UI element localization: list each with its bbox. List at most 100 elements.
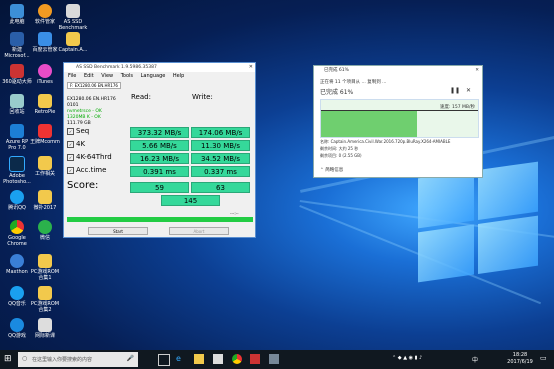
pause-icon[interactable]: ❚❚	[450, 87, 460, 94]
desktop-icon-maxthon[interactable]: Maxthon	[2, 254, 32, 275]
app-icon[interactable]	[269, 354, 279, 364]
desktop-icon-photoshop[interactable]: Adobe Photosho...	[2, 156, 32, 185]
start-windows-icon[interactable]: ⊞	[4, 354, 14, 364]
desktop-icon-captain[interactable]: Captain.A...	[58, 32, 88, 53]
desktop-icon-qq-music[interactable]: QQ音乐	[2, 286, 32, 307]
desktop: 此电脑 软件管家 AS SSD Benchmark 新建 Microsof...…	[0, 0, 554, 350]
desktop-icon-qq-game[interactable]: QQ游戏	[2, 318, 32, 339]
menu-help[interactable]: Help	[173, 73, 184, 79]
desktop-icon-baidu-cloud[interactable]: 百度云管家	[30, 32, 60, 53]
menu-tools[interactable]: Tools	[121, 73, 133, 79]
checkbox[interactable]: ✓	[67, 140, 74, 148]
desktop-icon-as-ssd[interactable]: AS SSD Benchmark	[58, 4, 88, 31]
desktop-icon-work[interactable]: 工作相关	[30, 156, 60, 177]
seq-write-value: 174.06 MB/s	[191, 127, 250, 138]
seq-row-label[interactable]: ✓ Seq	[67, 127, 89, 135]
music-icon	[38, 64, 52, 78]
file-explorer-icon[interactable]	[194, 354, 204, 364]
app-icon	[38, 4, 52, 18]
chevron-up-icon: ⌃	[320, 168, 324, 173]
task-view-icon[interactable]	[158, 354, 170, 366]
desktop-icon-rom1[interactable]: PC游戏ROM合集1	[30, 254, 60, 281]
menu-file[interactable]: File	[68, 73, 76, 79]
4k-write-value: 11.30 MB/s	[191, 140, 250, 151]
desktop-icon-retropie[interactable]: RetroPie	[30, 94, 60, 115]
menu-language[interactable]: Language	[141, 73, 166, 79]
desktop-icon-qq[interactable]: 腾讯QQ	[2, 190, 32, 211]
desktop-icon-itunes[interactable]: iTunes	[30, 64, 60, 85]
desktop-icon-weipu[interactable]: 微扑2017	[30, 190, 60, 211]
desktop-icon-netcourse[interactable]: 网际新课	[30, 318, 60, 339]
app-icon	[38, 124, 52, 138]
photoshop-icon	[9, 156, 25, 172]
desktop-icon-mcomm[interactable]: 王牌Mcomm	[30, 124, 60, 145]
desktop-icon-recycle-bin[interactable]: 回收站	[2, 94, 32, 115]
menu-bar: File Edit View Tools Language Help	[64, 72, 255, 80]
desktop-icon-azure-rp[interactable]: Azure RP Pro 7.0	[2, 124, 32, 151]
notification-icon[interactable]: ▭	[540, 354, 547, 362]
cancel-icon[interactable]: ✕	[466, 87, 471, 94]
progress-track	[67, 217, 253, 222]
desktop-icon-software-manager[interactable]: 软件管家	[30, 4, 60, 25]
4k-read-value: 5.66 MB/s	[130, 140, 189, 151]
microphone-icon[interactable]: 🎤	[127, 355, 134, 362]
close-icon[interactable]: ✕	[475, 66, 479, 75]
desktop-icon-new-word[interactable]: 新建 Microsof...	[2, 32, 32, 59]
input-language[interactable]: 中	[472, 355, 478, 364]
4k64-write-value: 34.52 MB/s	[191, 153, 250, 164]
write-header: Write:	[192, 93, 213, 101]
folder-icon	[38, 190, 52, 204]
wechat-icon	[38, 220, 52, 234]
tray-icons[interactable]: ⌃ ◆ ▲ ◉ ▮ ♪	[392, 355, 422, 361]
checkbox[interactable]: ✓	[67, 166, 74, 174]
title-bar[interactable]: AS SSD Benchmark 1.9.5986.35387 ✕	[64, 63, 255, 72]
menu-edit[interactable]: Edit	[84, 73, 94, 79]
acc-read-value: 0.391 ms	[130, 166, 189, 177]
app-icon[interactable]	[250, 354, 260, 364]
score-label: Score:	[67, 180, 99, 191]
game-icon	[10, 318, 24, 332]
start-button[interactable]: Start	[88, 227, 148, 235]
speed-graph: 速度: 157 MB/秒	[320, 99, 479, 138]
folder-icon	[38, 94, 52, 108]
desktop-icon-wechat[interactable]: 微信	[30, 220, 60, 241]
search-icon: ○	[22, 355, 28, 362]
cloud-icon	[38, 32, 52, 46]
edge-icon[interactable]: e	[176, 354, 186, 364]
desktop-icon-chrome[interactable]: Google Chrome	[2, 220, 32, 247]
desktop-icon-this-pc[interactable]: 此电脑	[2, 4, 32, 25]
copy-percent: 已完成 61%	[320, 89, 354, 96]
chrome-icon[interactable]	[232, 354, 242, 364]
desktop-icon-rom2[interactable]: PC游戏ROM合集2	[30, 286, 60, 313]
app-icon	[10, 64, 24, 78]
4k64-row-label[interactable]: ✓ 4K-64Thrd	[67, 153, 112, 161]
desktop-icon-360-driver[interactable]: 360驱动大师	[2, 64, 32, 85]
menu-view[interactable]: View	[101, 73, 113, 79]
chrome-icon	[10, 220, 24, 234]
title-bar[interactable]: 已完成 61% ✕	[314, 66, 482, 75]
score-total: 145	[161, 195, 220, 206]
abort-button[interactable]: Abort	[169, 227, 229, 235]
progress-bar	[67, 217, 253, 222]
search-box[interactable]: ○ 在这里输入你要搜索的内容 🎤	[18, 352, 138, 367]
store-icon[interactable]	[213, 354, 223, 364]
read-header: Read:	[131, 93, 151, 101]
speed-label: 速度: 157 MB/秒	[440, 105, 475, 110]
checkbox[interactable]: ✓	[67, 127, 74, 135]
close-icon[interactable]: ✕	[249, 63, 253, 72]
drive-select[interactable]: F: EX1280.06 EN.HR176	[67, 82, 121, 89]
seq-read-value: 373.32 MB/s	[130, 127, 189, 138]
qq-icon	[10, 190, 24, 204]
checkbox[interactable]: ✓	[67, 153, 74, 161]
copy-from-line: 正在将 11 个项目从 ... 复制到 ...	[320, 80, 387, 85]
time-left: 剩余时间: 大约 25 秒	[320, 146, 359, 151]
less-details[interactable]: ⌃ 简略信息	[320, 167, 343, 173]
folder-icon	[38, 156, 52, 170]
trash-icon	[10, 94, 24, 108]
app-icon	[10, 124, 24, 138]
4k-row-label[interactable]: ✓ 4K	[67, 140, 85, 148]
clock[interactable]: 18:28 2017/6/19	[505, 352, 535, 366]
acc-row-label[interactable]: ✓ Acc.time	[67, 166, 106, 174]
search-placeholder: 在这里输入你要搜索的内容	[32, 357, 93, 363]
folder-icon	[38, 254, 52, 268]
